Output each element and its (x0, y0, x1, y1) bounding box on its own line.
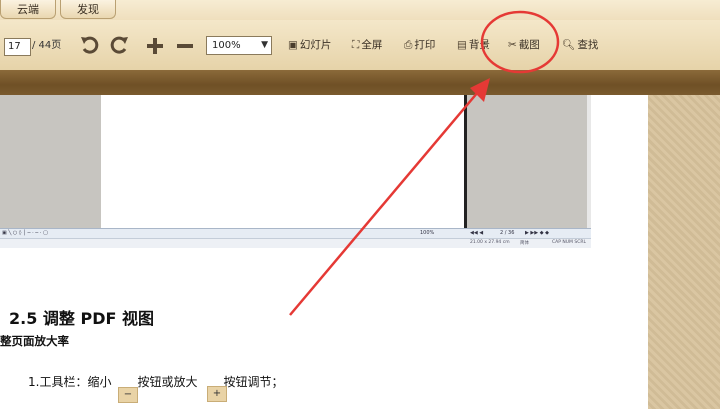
page-total-label: / 44页 (32, 40, 62, 51)
tab-cloud[interactable]: 云端 (0, 0, 56, 19)
plus-icon: + (207, 386, 227, 402)
section-heading: 2.5 调整 PDF 视图 (9, 309, 154, 328)
embedded-page: 2 / 36 (500, 230, 515, 236)
embedded-nav-icons-right: ▶ ▶▶ ◆ ◆ (525, 230, 549, 236)
reader-toolbar: 17 / 44页 100% ▼ ▣ 幻灯片 ⛶ 全屏 ⎙ 打印 ▤ 背景 ✂ 截图 🔍︎ 查… (0, 20, 720, 70)
screenshot-button[interactable]: ✂ 截图 (508, 36, 540, 54)
fullscreen-button[interactable]: ⛶ 全屏 (352, 36, 382, 54)
subsection-heading: 整页面放大率 (0, 334, 69, 348)
embedded-nav-icons: ◀◀ ◀ (470, 230, 484, 236)
embedded-screenshot-right-pane (467, 95, 587, 228)
chevron-down-icon: ▼ (261, 40, 268, 50)
slideshow-button[interactable]: ▣ 幻灯片 (288, 36, 331, 54)
fullscreen-icon: ⛶ (352, 39, 360, 51)
search-button[interactable]: 🔍︎ 查找 (562, 36, 598, 54)
tab-discover[interactable]: 发现 (60, 0, 116, 19)
page-number-input[interactable]: 17 (4, 38, 31, 56)
search-icon: 🔍︎ (562, 39, 576, 51)
toolbar-divider-band (0, 70, 720, 95)
minus-icon: − (118, 387, 138, 403)
embedded-screenshot-infobar: 21.00 x 27.94 cm 简体 CAP NUM SCRL (0, 238, 591, 248)
printer-icon: ⎙ (404, 39, 413, 51)
background-icon: ▤ (457, 39, 467, 51)
embedded-screenshot-page (101, 95, 464, 228)
embedded-screenshot-scrollbar (587, 95, 591, 228)
embedded-keys: CAP NUM SCRL (552, 240, 586, 245)
embedded-size: 21.00 x 27.94 cm (470, 240, 510, 245)
zoom-in-icon[interactable] (145, 36, 165, 56)
tab-strip: 云端 发现 (0, 0, 720, 20)
slideshow-icon: ▣ (288, 39, 298, 51)
scissors-icon: ✂ (508, 39, 517, 51)
body-text-line: 1.工具栏：缩小 按钮或放大 按钮调节； (28, 375, 284, 389)
embedded-mode: 简体 (520, 241, 529, 246)
right-margin-background (648, 95, 720, 409)
zoom-select[interactable]: 100% ▼ (206, 36, 272, 55)
embedded-drawing-tools: ▣ ╲ ○ ◊ │ ─ · ─ · ▢ (2, 230, 48, 236)
background-button[interactable]: ▤ 背景 (457, 36, 490, 54)
embedded-screenshot-left-pane (0, 95, 101, 228)
rotate-left-icon[interactable] (79, 34, 101, 56)
print-button[interactable]: ⎙ 打印 (404, 36, 435, 54)
document-page[interactable]: ▣ ╲ ○ ◊ │ ─ · ─ · ▢ 100% ◀◀ ◀ 2 / 36 ▶ ▶… (0, 95, 648, 409)
zoom-out-icon[interactable] (175, 36, 195, 56)
embedded-zoom: 100% (420, 230, 435, 236)
zoom-value: 100% (212, 40, 241, 51)
rotate-right-icon[interactable] (108, 34, 130, 56)
